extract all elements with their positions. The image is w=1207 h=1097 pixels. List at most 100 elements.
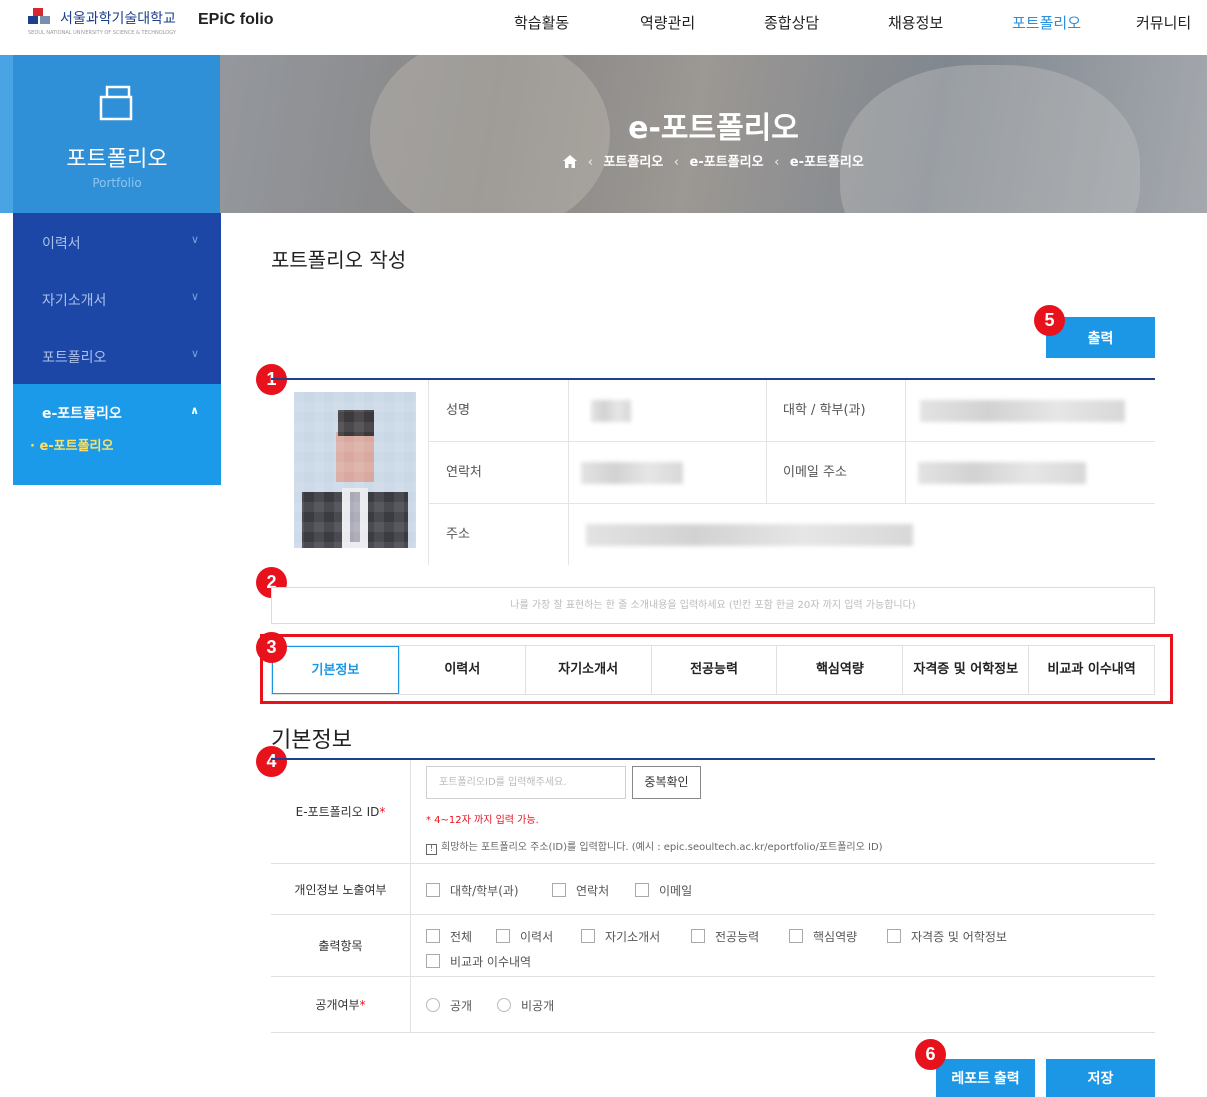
basic-info-form: E-포트폴리오 ID * 포트폴리오ID를 입력해주세요. 중복확인 * 4~12…	[271, 758, 1155, 1033]
checkbox-icon[interactable]	[552, 883, 566, 897]
privacy-label: 개인정보 노출여부	[294, 882, 387, 897]
checkbox-icon[interactable]	[426, 929, 440, 943]
form-row-public: 공개여부 * 공개 비공개	[271, 977, 1155, 1033]
sidebar-title: 포트폴리오	[66, 147, 168, 172]
top-navigation: 서울과학기술대학교 SEOUL NATIONAL UNIVERSITY OF S…	[0, 0, 1207, 48]
logo-mark-icon	[28, 8, 54, 28]
privacy-option-contact[interactable]: 연락처	[552, 882, 609, 899]
dept-label: 대학 / 학부(과)	[783, 403, 866, 418]
checkbox-icon[interactable]	[789, 929, 803, 943]
radio-icon[interactable]	[426, 998, 440, 1012]
output-option-resume[interactable]: 이력서	[496, 928, 553, 945]
annotation-badge-3: 3	[256, 632, 287, 663]
output-option-extracurricular[interactable]: 비교과 이수내역	[426, 953, 531, 970]
section-title: 기본정보	[271, 728, 352, 753]
sidebar-item-label: 자기소개서	[42, 293, 107, 309]
form-row-privacy: 개인정보 노출여부 대학/학부(과) 연락처 이메일	[271, 864, 1155, 915]
profile-row-address: 주소	[428, 504, 1155, 565]
info-icon: !	[426, 844, 437, 855]
sidebar-item-portfolio[interactable]: 포트폴리오 ∨	[13, 327, 221, 384]
public-option-public[interactable]: 공개	[426, 997, 472, 1014]
tab-certificates[interactable]: 자격증 및 어학정보	[902, 646, 1029, 694]
privacy-option-dept[interactable]: 대학/학부(과)	[426, 882, 519, 899]
form-row-output: 출력항목 전체 이력서 자기소개서 전공능력 핵심역량 자격증 및 어학정보 비…	[271, 915, 1155, 977]
sidebar-item-label: 포트폴리오	[42, 350, 107, 366]
dept-value	[920, 400, 1125, 422]
menu-learning[interactable]: 학습활동	[514, 12, 569, 33]
sidebar-item-label: e-포트폴리오	[42, 406, 122, 422]
privacy-option-email[interactable]: 이메일	[635, 882, 692, 899]
chevron-down-icon: ∨	[190, 347, 199, 360]
name-value	[591, 400, 631, 422]
public-label: 공개여부 *	[315, 997, 366, 1013]
form-row-portfolio-id: E-포트폴리오 ID * 포트폴리오ID를 입력해주세요. 중복확인 * 4~12…	[271, 760, 1155, 864]
checkbox-icon[interactable]	[496, 929, 510, 943]
output-option-major[interactable]: 전공능력	[691, 928, 759, 945]
sidebar-header: 포트폴리오 Portfolio	[13, 55, 221, 213]
menu-counseling[interactable]: 종합상담	[764, 12, 819, 33]
annotation-badge-5: 5	[1034, 305, 1065, 336]
radio-icon[interactable]	[497, 998, 511, 1012]
breadcrumb-item[interactable]: e-포트폴리오	[790, 155, 864, 170]
output-option-cover-letter[interactable]: 자기소개서	[581, 928, 660, 945]
home-icon[interactable]	[563, 155, 578, 172]
checkbox-icon[interactable]	[426, 883, 440, 897]
profile-card: 성명 대학 / 학부(과) 연락처 이메일 주소 주소	[271, 378, 1155, 565]
output-option-all[interactable]: 전체	[426, 928, 472, 945]
sidebar-subtitle: Portfolio	[92, 176, 142, 190]
output-label: 출력항목	[318, 939, 363, 953]
duplicate-check-button[interactable]: 중복확인	[632, 766, 701, 799]
tab-major-ability[interactable]: 전공능력	[650, 646, 777, 694]
breadcrumb: ‹ 포트폴리오 ‹ e-포트폴리오 ‹ e-포트폴리오	[220, 151, 1207, 172]
checkbox-icon[interactable]	[581, 929, 595, 943]
logo-subtext: SEOUL NATIONAL UNIVERSITY OF SCIENCE & T…	[28, 30, 176, 36]
checkbox-icon[interactable]	[887, 929, 901, 943]
breadcrumb-item[interactable]: 포트폴리오	[603, 155, 663, 170]
hero-banner: e-포트폴리오 ‹ 포트폴리오 ‹ e-포트폴리오 ‹ e-포트폴리오	[220, 55, 1207, 213]
portfolio-icon	[97, 83, 137, 127]
profile-row-contact: 연락처 이메일 주소	[428, 442, 1155, 504]
sidebar-item-e-portfolio[interactable]: e-포트폴리오 ∧ · e-포트폴리오	[13, 384, 221, 485]
tab-core-competency[interactable]: 핵심역량	[776, 646, 903, 694]
portfolio-id-input[interactable]: 포트폴리오ID를 입력해주세요.	[426, 766, 626, 799]
sidebar-item-label: 이력서	[42, 236, 81, 252]
contact-value	[581, 462, 683, 484]
sidebar-nav: 이력서 ∨ 자기소개서 ∨ 포트폴리오 ∨ e-포트폴리오 ∧ · e-포트폴리…	[13, 213, 221, 485]
portfolio-id-hint: * 4~12자 까지 입력 가능.	[426, 815, 539, 826]
brand-name[interactable]: EPiC folio	[198, 11, 274, 29]
tab-basic-info[interactable]: 기본정보	[272, 646, 399, 694]
university-logo[interactable]: 서울과학기술대학교 SEOUL NATIONAL UNIVERSITY OF S…	[28, 8, 176, 36]
tab-resume[interactable]: 이력서	[398, 646, 525, 694]
checkbox-icon[interactable]	[691, 929, 705, 943]
address-value	[586, 524, 913, 546]
breadcrumb-item[interactable]: e-포트폴리오	[690, 155, 764, 170]
tab-bar: 기본정보 이력서 자기소개서 전공능력 핵심역량 자격증 및 어학정보 비교과 …	[271, 645, 1155, 695]
email-value	[918, 462, 1086, 484]
tab-extracurricular[interactable]: 비교과 이수내역	[1028, 646, 1155, 694]
output-option-certificates[interactable]: 자격증 및 어학정보	[887, 928, 1007, 945]
sidebar-item-resume[interactable]: 이력서 ∨	[13, 213, 221, 270]
contact-label: 연락처	[446, 465, 482, 480]
address-label: 주소	[446, 527, 470, 542]
checkbox-icon[interactable]	[635, 883, 649, 897]
menu-jobs[interactable]: 채용정보	[888, 12, 943, 33]
email-label: 이메일 주소	[783, 465, 847, 480]
menu-competency[interactable]: 역량관리	[640, 12, 695, 33]
chevron-up-icon: ∧	[190, 404, 199, 417]
menu-portfolio[interactable]: 포트폴리오	[1012, 12, 1081, 33]
public-option-private[interactable]: 비공개	[497, 997, 554, 1014]
intro-input[interactable]: 나를 가장 잘 표현하는 한 줄 소개내용을 입력하세요 (빈칸 포함 한글 2…	[271, 587, 1155, 624]
sidebar-subitem-e-portfolio[interactable]: · e-포트폴리오	[30, 435, 221, 454]
logo-text: 서울과학기술대학교	[60, 11, 176, 27]
name-label: 성명	[446, 403, 470, 418]
report-print-button[interactable]: 레포트 출력	[936, 1059, 1035, 1097]
menu-community[interactable]: 커뮤니티	[1136, 12, 1191, 33]
checkbox-icon[interactable]	[426, 954, 440, 968]
tab-cover-letter[interactable]: 자기소개서	[524, 646, 651, 694]
portfolio-id-info: ! 희망하는 포트폴리오 주소(ID)를 입력합니다. (예시 : epic.se…	[426, 838, 883, 855]
output-option-core[interactable]: 핵심역량	[789, 928, 857, 945]
save-button[interactable]: 저장	[1046, 1059, 1155, 1097]
portfolio-id-label: E-포트폴리오 ID *	[295, 804, 386, 820]
sidebar-item-cover-letter[interactable]: 자기소개서 ∨	[13, 270, 221, 327]
chevron-down-icon: ∨	[190, 290, 199, 303]
